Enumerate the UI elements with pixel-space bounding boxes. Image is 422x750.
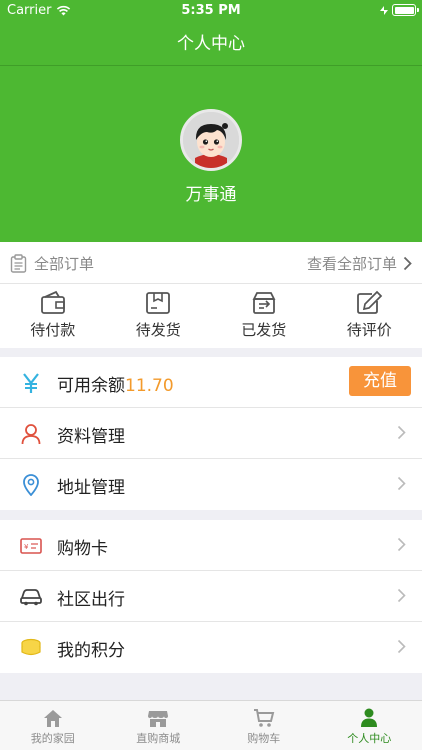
profile-management-label: 资料管理 xyxy=(57,427,125,447)
chevron-right-icon xyxy=(397,639,406,654)
tab-my-home[interactable]: 我的家园 xyxy=(0,701,106,750)
orders-header: 全部订单 查看全部订单 xyxy=(0,242,422,284)
box-icon xyxy=(146,292,171,314)
chevron-right-icon xyxy=(403,256,412,271)
services-section: ¥ 购物卡 社区出行 我的积分 xyxy=(0,520,422,673)
lock-rotation-icon xyxy=(380,5,388,15)
balance-text: 可用余额 xyxy=(57,376,125,396)
avatar[interactable] xyxy=(180,109,242,171)
coins-icon xyxy=(18,635,44,661)
tab-direct-mall[interactable]: 直购商城 xyxy=(106,701,212,750)
person-icon xyxy=(361,708,378,727)
community-travel-label: 社区出行 xyxy=(57,590,125,610)
chevron-right-icon xyxy=(397,588,406,603)
tab-bar: 我的家园 直购商城 购物车 个人中心 xyxy=(0,700,422,750)
tab-label: 我的家园 xyxy=(30,732,75,745)
store-icon xyxy=(148,711,169,727)
status-bar: Carrier 5:35 PM xyxy=(0,0,422,22)
address-management-row[interactable]: 地址管理 xyxy=(0,459,422,510)
order-status-grid: 待付款 待发货 已发货 待评价 xyxy=(0,284,422,348)
clipboard-icon xyxy=(10,254,27,273)
battery-status xyxy=(379,4,419,16)
view-all-orders-label: 查看全部订单 xyxy=(306,255,397,273)
tab-label: 购物车 xyxy=(247,732,281,745)
yen-icon xyxy=(18,370,44,396)
all-orders-label-group: 全部订单 xyxy=(10,253,94,274)
address-management-label: 地址管理 xyxy=(57,478,125,498)
order-pending-payment[interactable]: 待付款 xyxy=(0,284,106,348)
order-pending-review[interactable]: 待评价 xyxy=(317,284,422,348)
shopping-card-label: 购物卡 xyxy=(57,539,108,559)
nav-bar: 个人中心 xyxy=(0,22,422,66)
svg-text:¥: ¥ xyxy=(24,543,29,551)
chevron-right-icon xyxy=(397,425,406,440)
home-icon xyxy=(43,710,62,727)
order-item-label: 待发货 xyxy=(135,321,181,339)
account-section: 可用余额11.70 充值 资料管理 地址管理 xyxy=(0,357,422,510)
my-points-row[interactable]: 我的积分 xyxy=(0,622,422,673)
tab-cart[interactable]: 购物车 xyxy=(211,701,317,750)
card-icon: ¥ xyxy=(18,533,44,559)
avatar-cartoon-icon xyxy=(183,112,239,168)
username: 万事通 xyxy=(185,185,237,205)
chevron-right-icon xyxy=(397,537,406,552)
balance-amount: 11.70 xyxy=(125,376,174,396)
cart-icon xyxy=(253,709,275,727)
profile-management-row[interactable]: 资料管理 xyxy=(0,408,422,459)
page-title: 个人中心 xyxy=(177,34,245,54)
user-icon xyxy=(18,421,44,447)
community-travel-row[interactable]: 社区出行 xyxy=(0,571,422,622)
order-item-label: 待评价 xyxy=(346,321,392,339)
order-pending-shipment[interactable]: 待发货 xyxy=(106,284,212,348)
tab-label: 直购商城 xyxy=(136,732,181,745)
recharge-button[interactable]: 充值 xyxy=(349,366,411,396)
order-shipped[interactable]: 已发货 xyxy=(211,284,317,348)
status-time: 5:35 PM xyxy=(181,3,241,18)
chevron-right-icon xyxy=(397,476,406,491)
profile-header: 万事通 xyxy=(0,66,422,242)
shipped-icon xyxy=(252,292,276,314)
balance-row: 可用余额11.70 充值 xyxy=(0,357,422,408)
order-item-label: 待付款 xyxy=(30,321,76,339)
tab-personal-center[interactable]: 个人中心 xyxy=(317,701,422,750)
location-pin-icon xyxy=(18,472,44,498)
shopping-card-row[interactable]: ¥ 购物卡 xyxy=(0,520,422,571)
view-all-orders-link[interactable]: 查看全部订单 xyxy=(307,253,412,274)
my-points-label: 我的积分 xyxy=(57,641,125,661)
balance-label: 可用余额11.70 xyxy=(57,371,174,396)
wallet-icon xyxy=(40,290,65,314)
order-item-label: 已发货 xyxy=(241,321,287,339)
car-icon xyxy=(18,584,44,610)
battery-icon xyxy=(392,4,419,16)
all-orders-label: 全部订单 xyxy=(34,255,95,273)
edit-icon xyxy=(357,290,383,314)
tab-label: 个人中心 xyxy=(347,732,392,745)
